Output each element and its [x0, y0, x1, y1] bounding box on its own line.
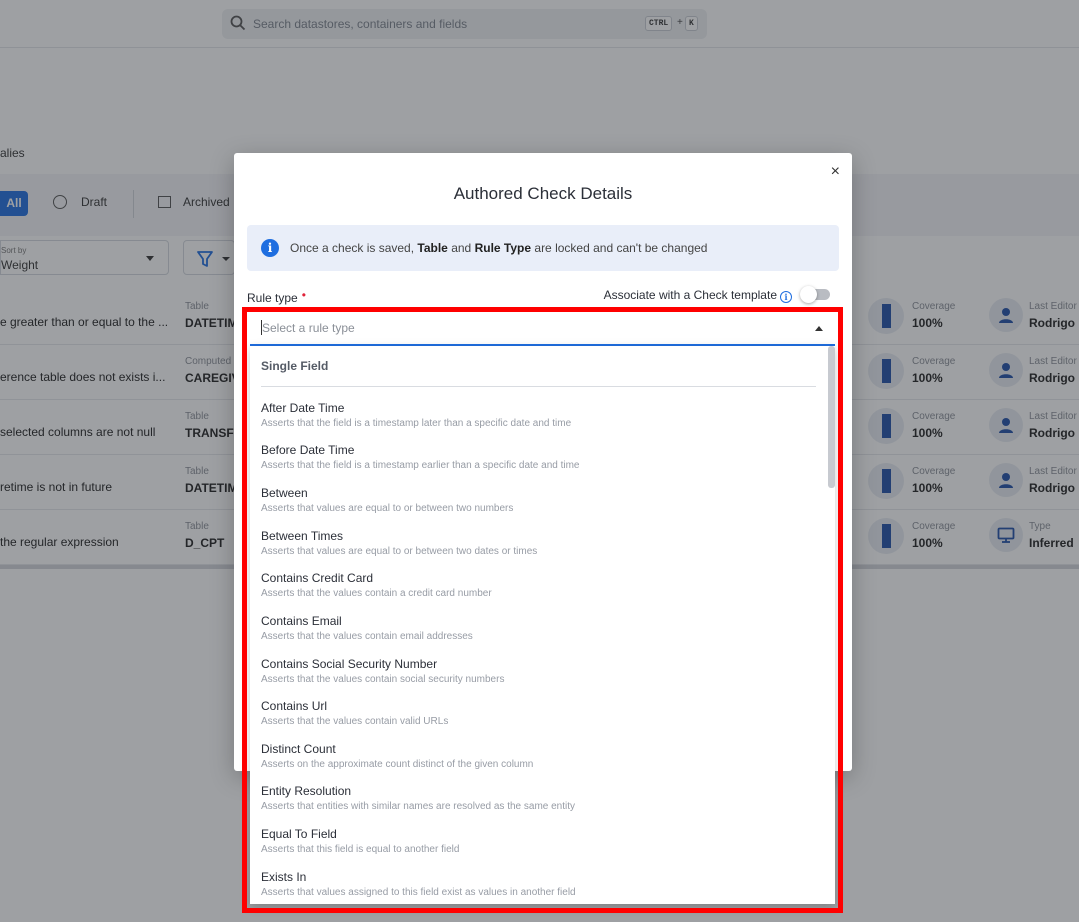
rule-type-label: Rule type •	[247, 288, 306, 305]
rule-option[interactable]: After Date Time Asserts that the field is…	[261, 401, 816, 441]
rule-option[interactable]: Before Date Time Asserts that the field i…	[261, 443, 816, 483]
chevron-up-icon[interactable]	[815, 326, 823, 331]
rule-option[interactable]: Between Times Asserts that values are equ…	[261, 529, 816, 569]
group-header-single-field: Single Field	[261, 359, 329, 373]
rule-type-select[interactable]: Select a rule type	[250, 313, 835, 346]
rule-option[interactable]: Contains Social Security Number Asserts t…	[261, 657, 816, 697]
info-icon[interactable]: i	[780, 291, 792, 303]
rule-option[interactable]: Contains Email Asserts that the values co…	[261, 614, 816, 654]
group-divider	[261, 386, 816, 387]
dropdown-scrollbar[interactable]	[828, 346, 835, 488]
rule-option[interactable]: Equal To Field Asserts that this field is…	[261, 827, 816, 867]
associate-template-toggle[interactable]	[800, 286, 830, 303]
info-text: Once a check is saved, Table and Rule Ty…	[290, 241, 708, 255]
rule-option[interactable]: Contains Url Asserts that the values cont…	[261, 699, 816, 739]
info-icon: i	[261, 239, 279, 257]
close-icon[interactable]: ×	[831, 164, 840, 180]
dialog-title: Authored Check Details	[453, 184, 633, 203]
info-banner: i Once a check is saved, Table and Rule …	[247, 225, 839, 271]
rule-type-dropdown: Single Field After Date Time Asserts that…	[250, 346, 835, 904]
rule-option[interactable]: Between Asserts that values are equal to …	[261, 486, 816, 526]
rule-option[interactable]: Exists In Asserts that values assigned to…	[261, 870, 816, 904]
rule-option[interactable]: Entity Resolution Asserts that entities w…	[261, 784, 816, 824]
rule-type-placeholder: Select a rule type	[262, 321, 355, 335]
rule-option[interactable]: Contains Credit Card Asserts that the val…	[261, 571, 816, 611]
required-mark: •	[301, 288, 306, 302]
rule-option[interactable]: Distinct Count Asserts on the approximate…	[261, 742, 816, 782]
associate-template-label: Associate with a Check template i	[604, 288, 792, 303]
